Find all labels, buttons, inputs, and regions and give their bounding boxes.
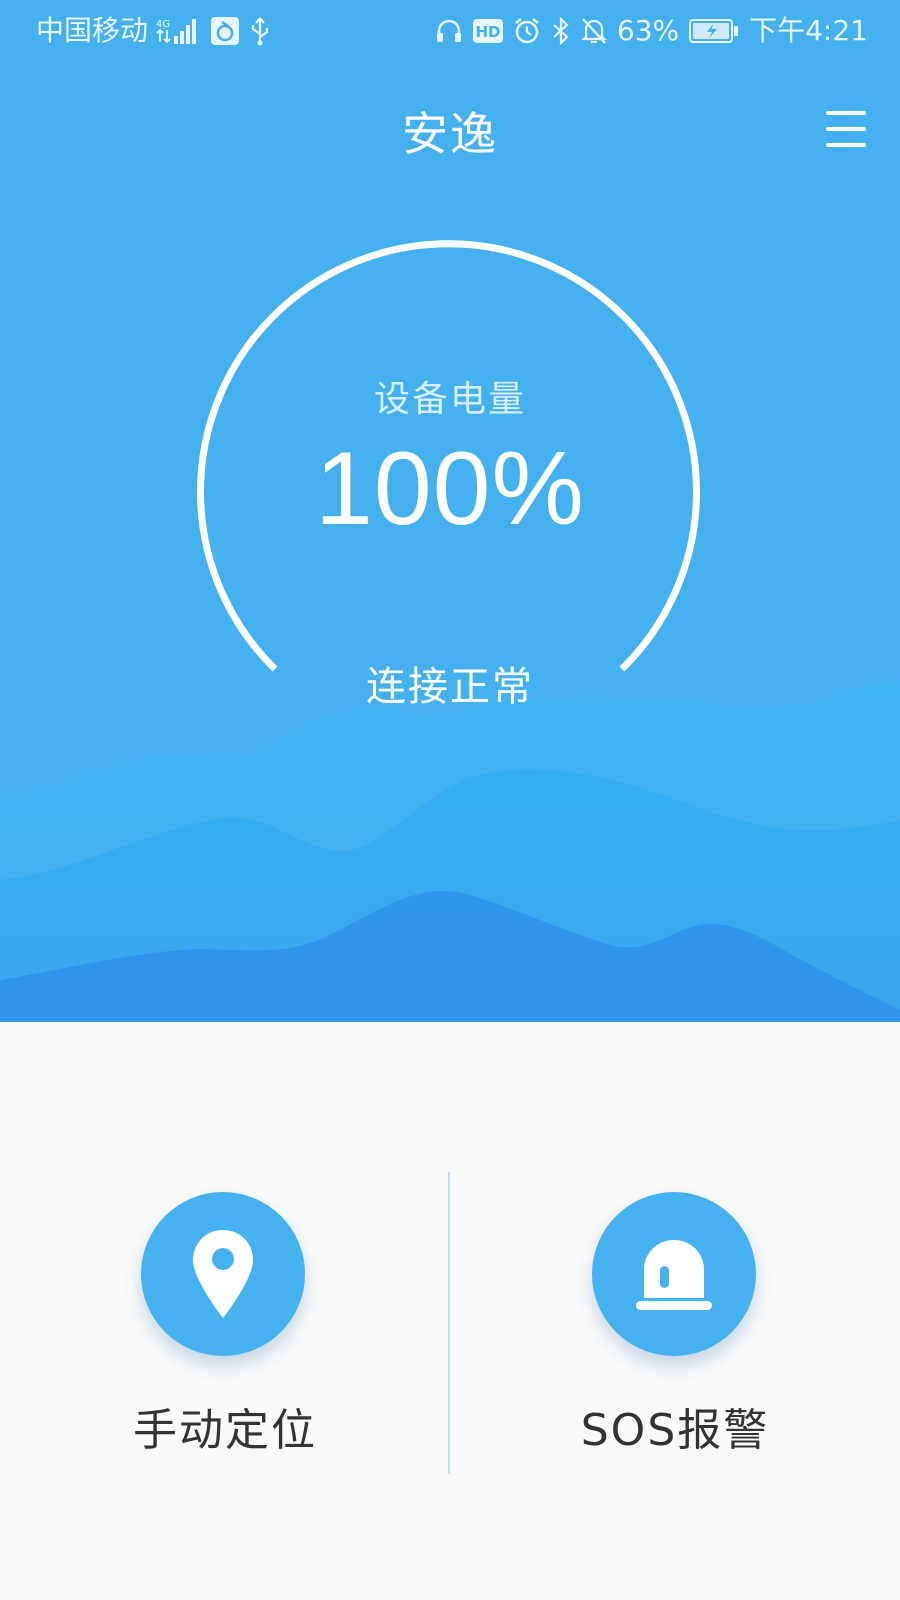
status-bar: 中国移动 4G HD 63% 下午4:21 (0, 0, 900, 64)
battery-percent: 63% (616, 14, 680, 47)
hd-icon: HD (472, 18, 503, 44)
menu-button[interactable] (826, 108, 868, 152)
usb-icon (248, 16, 272, 46)
app-screen: 中国移动 4G HD 63% 下午4:21 安逸 设备电量 100% 连接正常 … (0, 0, 900, 1600)
signal-icon: 4G (156, 16, 202, 46)
device-battery-label: 设备电量 (373, 379, 526, 420)
hamburger-menu-icon (826, 111, 866, 147)
carrier-name: 中国移动 (36, 14, 149, 47)
network-type: 4G (156, 19, 170, 30)
connection-status: 连接正常 (366, 664, 534, 710)
mute-icon (581, 17, 607, 45)
action-panel: 手动定位 SOS报警 (0, 1022, 900, 1600)
headset-icon (435, 17, 463, 45)
manual-locate-label: 手动定位 (133, 1405, 317, 1456)
manual-locate-button[interactable]: 手动定位 (0, 1172, 450, 1472)
app-title: 安逸 (402, 107, 498, 161)
sos-alarm-label: SOS报警 (580, 1405, 770, 1456)
bluetooth-icon (551, 17, 571, 45)
manual-locate-circle[interactable] (141, 1192, 305, 1356)
battery-charging-icon (689, 18, 739, 44)
hero-panel: 中国移动 4G HD 63% 下午4:21 安逸 设备电量 100% 连接正常 (0, 0, 900, 1022)
sos-alarm-button[interactable]: SOS报警 (450, 1172, 900, 1472)
location-pin-icon (193, 1230, 253, 1318)
alarm-siren-icon (636, 1240, 712, 1310)
app-notification-icon (210, 16, 240, 46)
svg-text:HD: HD (475, 23, 500, 41)
sos-alarm-circle[interactable] (592, 1192, 756, 1356)
status-time: 下午4:21 (749, 14, 868, 47)
device-battery-value: 100% (315, 431, 585, 547)
alarm-icon (513, 17, 541, 45)
